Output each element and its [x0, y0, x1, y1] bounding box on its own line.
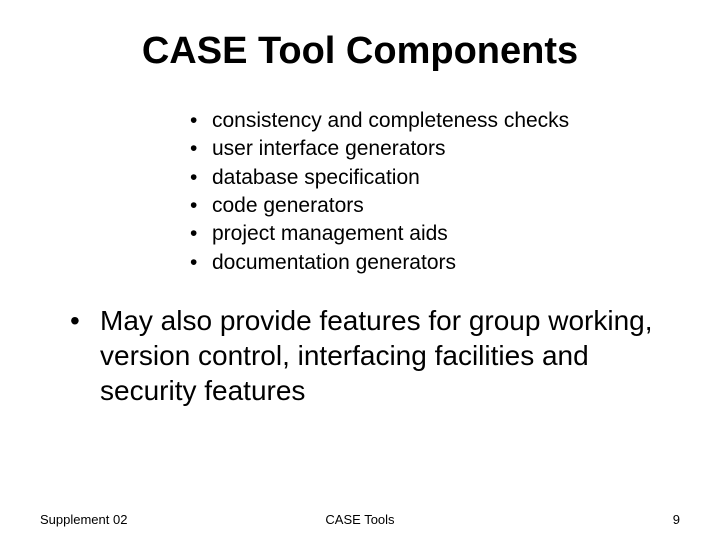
list-item-text: May also provide features for group work…: [100, 303, 660, 408]
list-item: • project management aids: [190, 220, 660, 248]
list-item: • database specification: [190, 164, 660, 192]
footer-center: CASE Tools: [0, 512, 720, 527]
list-item: • user interface generators: [190, 135, 660, 163]
bullet-icon: •: [70, 303, 100, 408]
list-item: • documentation generators: [190, 249, 660, 277]
bullet-icon: •: [190, 107, 212, 135]
list-item-text: documentation generators: [212, 249, 456, 277]
slide: CASE Tool Components • consistency and c…: [0, 0, 720, 540]
list-item-text: consistency and completeness checks: [212, 107, 569, 135]
list-item-text: database specification: [212, 164, 420, 192]
bullet-icon: •: [190, 164, 212, 192]
bullet-icon: •: [190, 135, 212, 163]
sub-bullet-list: • consistency and completeness checks • …: [190, 107, 660, 277]
slide-title: CASE Tool Components: [60, 30, 660, 73]
bullet-icon: •: [190, 249, 212, 277]
list-item: • consistency and completeness checks: [190, 107, 660, 135]
main-bullet-list: • May also provide features for group wo…: [70, 303, 660, 408]
list-item-text: project management aids: [212, 220, 448, 248]
list-item: • code generators: [190, 192, 660, 220]
list-item-text: user interface generators: [212, 135, 445, 163]
footer-page-number: 9: [673, 512, 680, 527]
list-item: • May also provide features for group wo…: [70, 303, 660, 408]
bullet-icon: •: [190, 220, 212, 248]
list-item-text: code generators: [212, 192, 364, 220]
bullet-icon: •: [190, 192, 212, 220]
